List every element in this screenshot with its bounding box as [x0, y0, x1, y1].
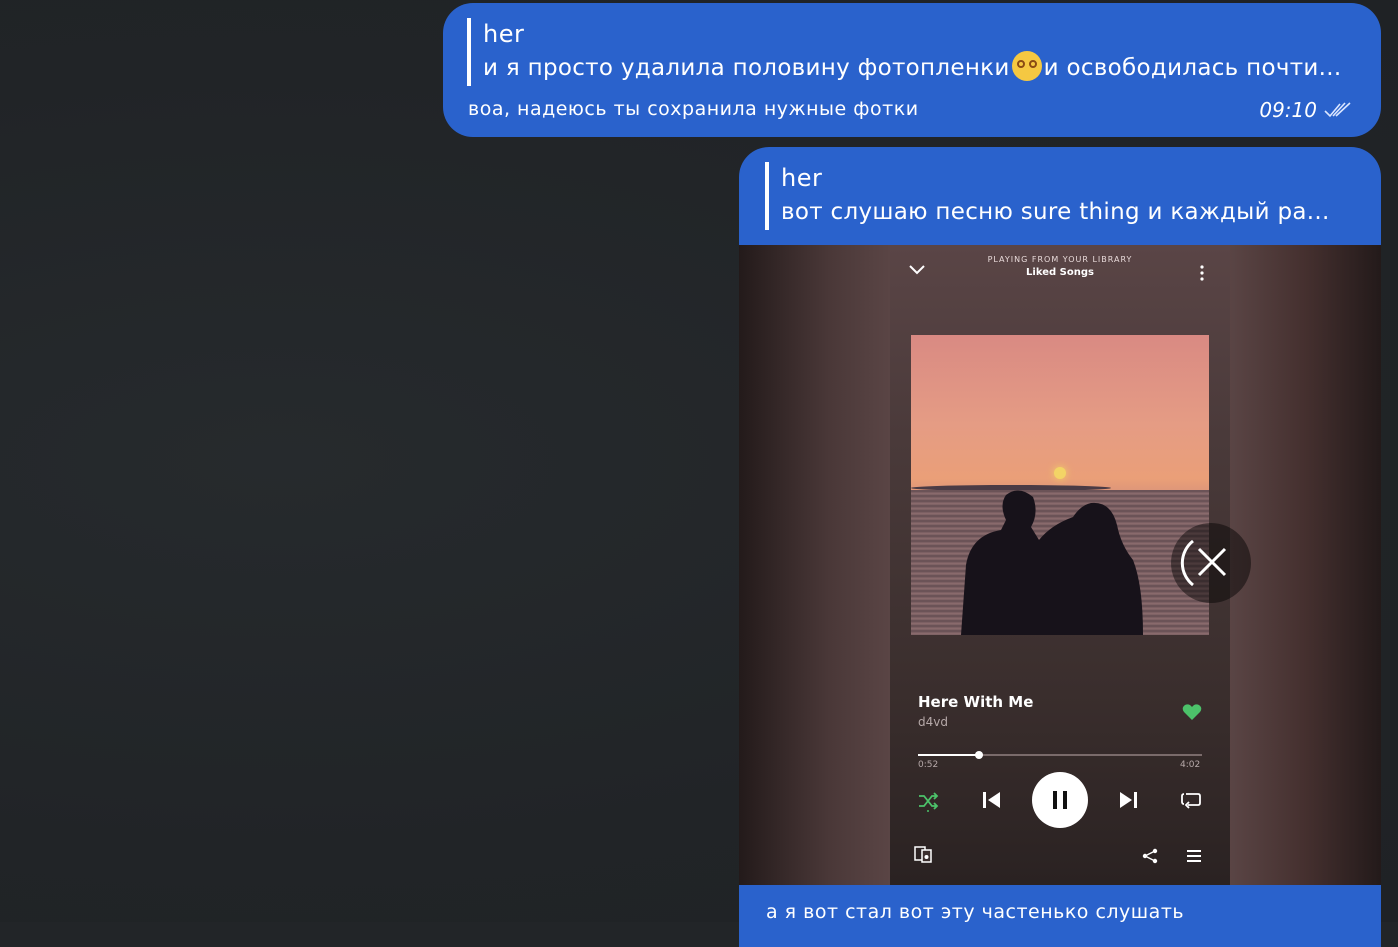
spotify-player-screenshot: PLAYING FROM YOUR LIBRARY Liked Songs He…: [890, 245, 1251, 885]
media-blur-right: [1229, 245, 1381, 885]
progress-bar: [918, 751, 1202, 759]
share-icon: [1142, 848, 1158, 864]
cancel-download-button[interactable]: [1171, 523, 1251, 603]
media-screenshot[interactable]: PLAYING FROM YOUR LIBRARY Liked Songs He…: [739, 245, 1381, 885]
couple-silhouette: [961, 490, 1143, 635]
reply-author: her: [483, 20, 525, 48]
message-meta: 09:10: [1259, 98, 1353, 122]
outgoing-message-bubble[interactable]: her и я просто удалила половину фотоплен…: [443, 3, 1381, 137]
total-time: 4:02: [1180, 760, 1201, 770]
reply-author: her: [781, 164, 823, 192]
pause-button: [1032, 772, 1088, 828]
more-options-icon: [1200, 265, 1204, 281]
connect-devices-icon: [914, 846, 932, 863]
playing-from-label: PLAYING FROM YOUR LIBRARY: [987, 255, 1133, 264]
reply-text-part-1: и я просто удалила половину фотопленки: [483, 55, 1010, 81]
progress-fill: [918, 754, 980, 756]
progress-knob: [975, 751, 984, 759]
shuffle-icon: [919, 792, 939, 812]
queue-icon: [1187, 850, 1201, 862]
song-title: Here With Me: [918, 693, 1034, 711]
album-art: [911, 335, 1209, 635]
message-time: 09:10: [1259, 98, 1317, 122]
song-artist: d4vd: [918, 715, 948, 729]
player-top-bar: PLAYING FROM YOUR LIBRARY Liked Songs: [890, 253, 1230, 283]
woozy-face-emoji-icon: [1011, 51, 1042, 81]
cancel-download-icon: [1180, 539, 1227, 587]
repeat-icon: [1181, 793, 1201, 809]
media-blur-left: [739, 245, 890, 885]
heart-icon: [1182, 704, 1202, 720]
double-check-icon: [1324, 102, 1351, 118]
playlist-name: Liked Songs: [1026, 267, 1094, 278]
pause-icon: [1053, 791, 1067, 809]
previous-track-icon: [983, 792, 1000, 808]
elapsed-time: 0:52: [918, 760, 939, 770]
reply-text: и я просто удалила половину фотопленки и …: [483, 50, 1363, 86]
reply-quote[interactable]: her и я просто удалила половину фотоплен…: [467, 18, 1363, 86]
next-track-icon: [1120, 792, 1137, 808]
reply-text: вот слушаю песню sure thing и каждый ра.…: [781, 199, 1330, 225]
outgoing-message-bubble-media[interactable]: her вот слушаю песню sure thing и каждый…: [739, 147, 1381, 947]
message-text: а я вот стал вот эту частенько слушать: [766, 901, 1185, 923]
reply-text-part-2: и освободилась почти...: [1043, 55, 1342, 81]
message-text: воа, надеюсь ты сохранила нужные фотки: [468, 98, 919, 120]
reply-quote[interactable]: her вот слушаю песню sure thing и каждый…: [765, 162, 1371, 230]
